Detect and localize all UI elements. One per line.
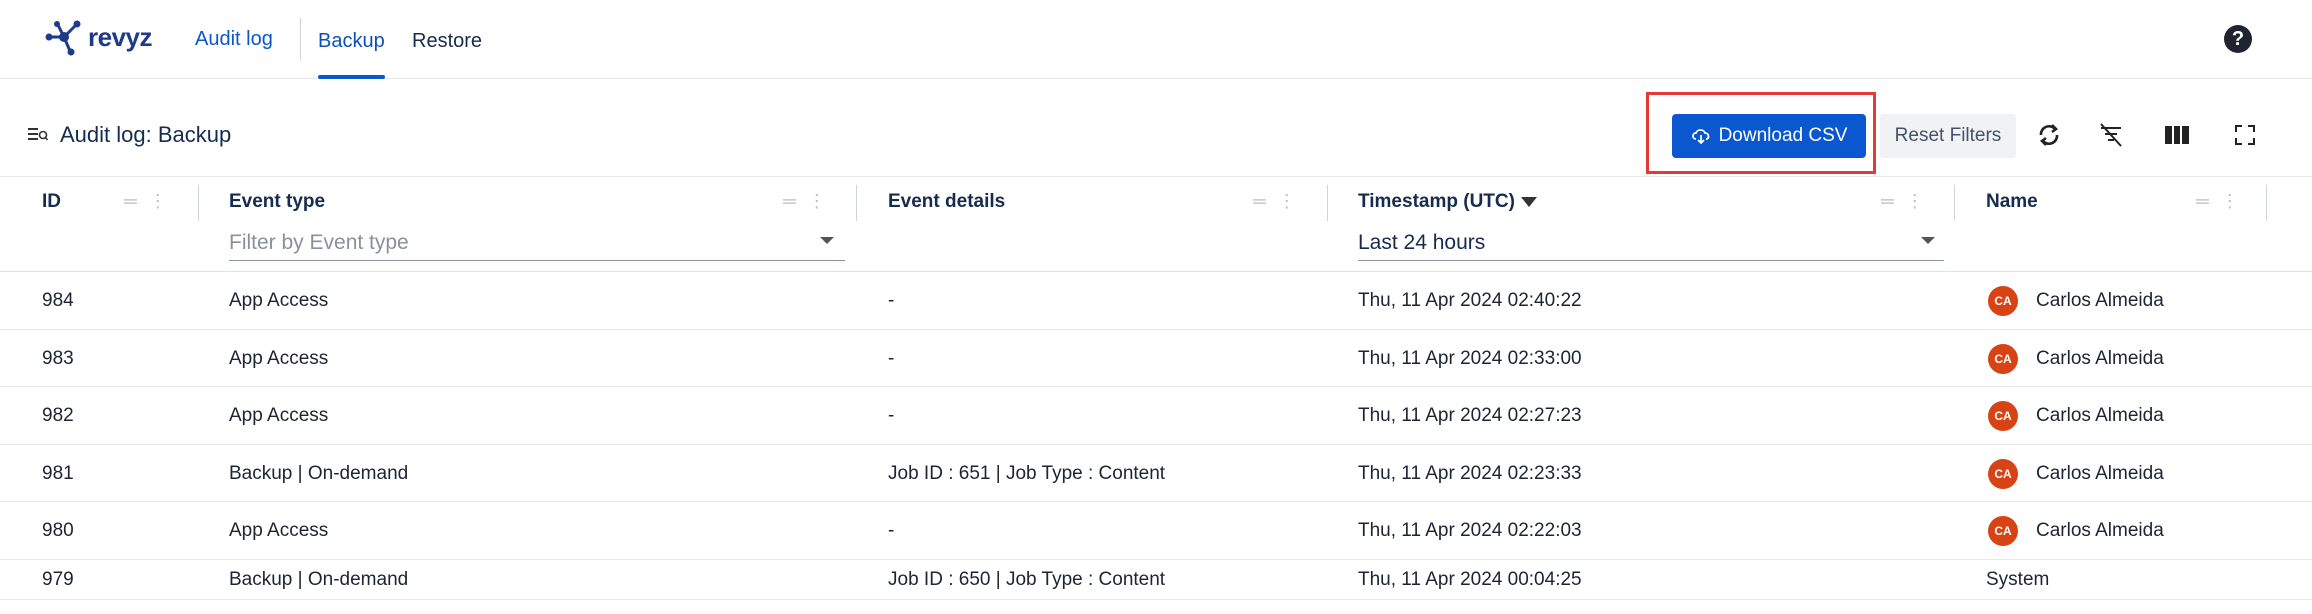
cell-timestamp: Thu, 11 Apr 2024 02:22:03	[1358, 520, 1582, 541]
cloud-download-icon	[1691, 129, 1709, 145]
help-icon[interactable]: ?	[2224, 25, 2252, 53]
avatar: CA	[1988, 458, 2018, 489]
column-divider[interactable]	[1954, 185, 1955, 221]
cell-name: Carlos Almeida	[2036, 462, 2164, 484]
column-menu-icon[interactable]: ⋮	[808, 191, 826, 212]
filter-icon[interactable]	[1520, 196, 1537, 207]
revyz-logo-icon	[45, 20, 81, 56]
drag-handle-icon[interactable]: ═	[2196, 191, 2209, 212]
reset-filters-button[interactable]: Reset Filters	[1880, 114, 2016, 158]
cell-name: Carlos Almeida	[2036, 405, 2164, 426]
cell-id: 983	[42, 347, 74, 369]
cell-event-type: Backup | On-demand	[229, 568, 409, 590]
page-title: Audit log: Backup	[60, 122, 232, 147]
column-header-timestamp-label: Timestamp (UTC)	[1358, 191, 1515, 212]
drag-handle-icon[interactable]: ═	[1881, 191, 1894, 212]
table-row[interactable]: 983 App Access - Thu, 11 Apr 2024 02:33:…	[0, 330, 2312, 387]
column-menu-icon[interactable]: ⋮	[1906, 191, 1924, 212]
column-divider[interactable]	[198, 185, 199, 221]
cell-name: Carlos Almeida	[2036, 290, 2164, 311]
avatar: CA	[1988, 516, 2018, 546]
cell-event-details: -	[888, 520, 895, 541]
cell-timestamp: Thu, 11 Apr 2024 00:04:25	[1358, 568, 1582, 590]
chevron-down-icon[interactable]	[1921, 237, 1935, 244]
table-row[interactable]: 980 App Access - Thu, 11 Apr 2024 02:22:…	[0, 502, 2312, 560]
event-type-filter-input[interactable]	[229, 225, 845, 261]
cell-id: 982	[42, 405, 74, 426]
avatar: CA	[1988, 401, 2018, 431]
cell-name: Carlos Almeida	[2036, 520, 2164, 541]
column-divider[interactable]	[1327, 185, 1328, 221]
logo[interactable]: revyz	[44, 14, 153, 60]
cell-name: System	[1986, 568, 2050, 590]
table-header: ID ═ ⋮ Event type ═ ⋮ Event details ═ ⋮ …	[0, 176, 2312, 272]
cell-timestamp: Thu, 11 Apr 2024 02:23:33	[1358, 462, 1582, 484]
cell-event-details: -	[888, 405, 895, 426]
cell-event-type: App Access	[229, 290, 329, 311]
cell-event-type: App Access	[229, 405, 329, 426]
cell-id: 980	[42, 520, 74, 541]
avatar: CA	[1988, 286, 2018, 316]
timestamp-filter-select[interactable]: Last 24 hours	[1358, 225, 1944, 261]
drag-handle-icon[interactable]: ═	[783, 191, 796, 212]
cell-event-type: App Access	[229, 520, 329, 541]
logo-text: revyz	[88, 21, 153, 52]
audit-log-table: ID ═ ⋮ Event type ═ ⋮ Event details ═ ⋮ …	[0, 176, 2312, 600]
cell-event-type: Backup | On-demand	[229, 462, 409, 484]
cell-id: 979	[42, 568, 74, 590]
download-csv-label: Download CSV	[1718, 125, 1848, 146]
nav-audit-log[interactable]: Audit log	[195, 24, 273, 54]
column-divider[interactable]	[856, 185, 857, 221]
column-menu-icon[interactable]: ⋮	[1278, 191, 1296, 212]
drag-handle-icon[interactable]: ═	[1253, 191, 1266, 212]
cell-timestamp: Thu, 11 Apr 2024 02:33:00	[1358, 347, 1582, 369]
columns-icon[interactable]	[2162, 120, 2192, 150]
avatar: CA	[1988, 343, 2018, 374]
column-header-id[interactable]: ID	[42, 191, 61, 213]
toolbar: Audit log: Backup Download CSV Reset Fil…	[0, 92, 2312, 176]
cell-name: Carlos Almeida	[2036, 347, 2164, 369]
column-header-timestamp[interactable]: Timestamp (UTC)	[1358, 191, 1537, 213]
refresh-icon[interactable]	[2034, 120, 2064, 150]
cell-timestamp: Thu, 11 Apr 2024 02:40:22	[1358, 290, 1582, 311]
column-divider[interactable]	[2266, 185, 2267, 221]
cell-event-details: Job ID : 651 | Job Type : Content	[888, 462, 1166, 484]
tab-backup[interactable]: Backup	[318, 24, 385, 79]
top-nav: revyz Audit log Backup Restore ?	[0, 0, 2312, 79]
cell-event-details: -	[888, 290, 895, 311]
cell-event-details: Job ID : 650 | Job Type : Content	[888, 568, 1166, 590]
table-row[interactable]: 982 App Access - Thu, 11 Apr 2024 02:27:…	[0, 387, 2312, 445]
column-header-name[interactable]: Name	[1986, 191, 2038, 213]
tab-restore[interactable]: Restore	[412, 26, 482, 56]
cell-event-details: -	[888, 347, 895, 369]
cell-timestamp: Thu, 11 Apr 2024 02:27:23	[1358, 405, 1582, 426]
column-menu-icon[interactable]: ⋮	[2221, 191, 2239, 212]
cell-event-type: App Access	[229, 347, 329, 369]
column-menu-icon[interactable]: ⋮	[149, 191, 167, 212]
nav-divider	[300, 18, 301, 60]
fullscreen-icon[interactable]	[2230, 120, 2260, 150]
chevron-down-icon[interactable]	[820, 237, 834, 244]
download-csv-button[interactable]: Download CSV	[1672, 114, 1866, 158]
table-row[interactable]: 979 Backup | On-demand Job ID : 650 | Jo…	[0, 560, 2312, 600]
clear-filter-icon[interactable]	[2096, 120, 2126, 150]
drag-handle-icon[interactable]: ═	[124, 191, 137, 212]
table-row[interactable]: 984 App Access - Thu, 11 Apr 2024 02:40:…	[0, 272, 2312, 330]
column-header-event-details[interactable]: Event details	[888, 191, 1005, 213]
column-header-event-type[interactable]: Event type	[229, 191, 325, 213]
cell-id: 981	[42, 462, 74, 484]
cell-id: 984	[42, 290, 74, 311]
table-row[interactable]: 981 Backup | On-demand Job ID : 651 | Jo…	[0, 445, 2312, 502]
list-filter-icon	[28, 126, 49, 147]
